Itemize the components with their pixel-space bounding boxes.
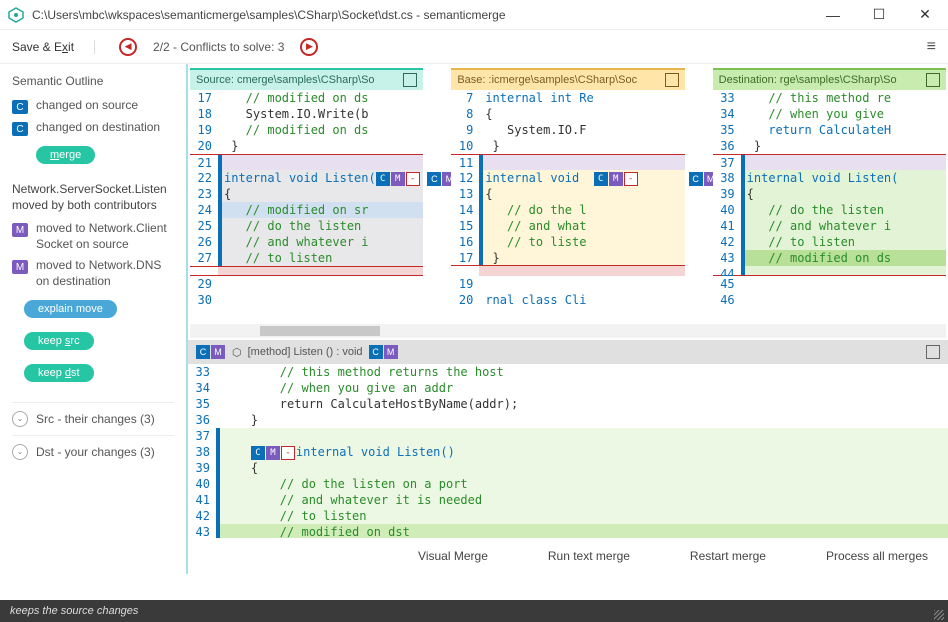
base-pane: Base: :icmerge\samples\CSharp\Soc 7inter… (451, 68, 684, 324)
outline-item[interactable]: M moved to Network.Client Socket on sour… (12, 221, 174, 252)
popout-icon[interactable] (926, 345, 940, 359)
sidebar: Semantic Outline C changed on source C c… (0, 64, 188, 574)
title-bar: C:\Users\mbc\wkspaces\semanticmerge\samp… (0, 0, 948, 30)
change-marker: CM (196, 345, 226, 359)
process-all-merges-button[interactable]: Process all merges (826, 549, 928, 563)
restart-merge-button[interactable]: Restart merge (690, 549, 766, 563)
destination-pane-header: Destination: rge\samples\CSharp\So (713, 68, 946, 90)
outline-item[interactable]: C changed on source (12, 98, 174, 114)
source-pane-header: Source: cmerge\samples\CSharp\So (190, 68, 423, 90)
explain-move-button[interactable]: explain move (24, 300, 117, 318)
src-changes-expander[interactable]: ⌄ Src - their changes (3) (12, 402, 174, 435)
outline-item[interactable]: C changed on destination (12, 120, 174, 136)
change-marker[interactable]: CM- (251, 446, 296, 460)
chevron-down-icon: ⌄ (12, 411, 28, 427)
destination-pane: Destination: rge\samples\CSharp\So 33 //… (713, 68, 946, 324)
conflict-counter: 2/2 - Conflicts to solve: 3 (153, 40, 284, 54)
visual-merge-button[interactable]: Visual Merge (418, 549, 488, 563)
method-icon: ⬡ (232, 346, 242, 359)
save-exit-button[interactable]: Save & Exit (12, 40, 95, 54)
moved-badge-icon: M (12, 260, 28, 274)
menu-button[interactable]: ≡ (927, 38, 936, 56)
run-text-merge-button[interactable]: Run text merge (548, 549, 630, 563)
change-marker[interactable]: CM- (594, 172, 639, 186)
change-marker[interactable]: CM- (376, 172, 421, 186)
outline-item[interactable]: M moved to Network.DNS on destination (12, 258, 174, 289)
chevron-down-icon: ⌄ (12, 444, 28, 460)
dst-changes-expander[interactable]: ⌄ Dst - your changes (3) (12, 435, 174, 468)
sidebar-title: Semantic Outline (12, 74, 174, 88)
changed-badge-icon: C (12, 100, 28, 114)
keep-src-button[interactable]: keep src (24, 332, 94, 350)
status-bar: keeps the source changes (0, 600, 948, 622)
base-code[interactable]: 7internal int Re 8{ 9 System.IO.F 10 } 1… (451, 90, 684, 324)
popout-icon[interactable] (403, 73, 417, 87)
popout-icon[interactable] (926, 73, 940, 87)
source-pane: Source: cmerge\samples\CSharp\So 17 // m… (190, 68, 423, 324)
merge-button[interactable]: merge (36, 146, 95, 164)
horizontal-scrollbar[interactable] (190, 324, 946, 338)
minimize-button[interactable]: — (810, 0, 856, 30)
moved-badge-icon: M (12, 223, 28, 237)
toolbar: Save & Exit ◀ 2/2 - Conflicts to solve: … (0, 30, 948, 64)
destination-code[interactable]: 33 // this method re 34 // when you give… (713, 90, 946, 324)
source-code[interactable]: 17 // modified on ds 18 System.IO.Write(… (190, 90, 423, 324)
window-title: C:\Users\mbc\wkspaces\semanticmerge\samp… (32, 8, 810, 22)
maximize-button[interactable]: ☐ (856, 0, 902, 30)
keep-dst-button[interactable]: keep dst (24, 364, 94, 382)
next-conflict-button[interactable]: ▶ (300, 38, 318, 56)
changed-badge-icon: C (12, 122, 28, 136)
three-way-diff: Source: cmerge\samples\CSharp\So 17 // m… (188, 64, 948, 324)
conflict-section-title: Network.ServerSocket.Listen moved by bot… (12, 182, 174, 213)
app-icon (8, 7, 24, 23)
result-header: CM ⬡ [method] Listen () : void CM (188, 340, 948, 364)
prev-conflict-button[interactable]: ◀ (119, 38, 137, 56)
popout-icon[interactable] (665, 73, 679, 87)
base-pane-header: Base: :icmerge\samples\CSharp\Soc (451, 68, 684, 90)
change-marker: CM (369, 345, 399, 359)
result-code[interactable]: 33 // this method returns the host 34 //… (188, 364, 948, 538)
bottom-actions: Visual Merge Run text merge Restart merg… (188, 538, 948, 574)
close-button[interactable]: ✕ (902, 0, 948, 30)
